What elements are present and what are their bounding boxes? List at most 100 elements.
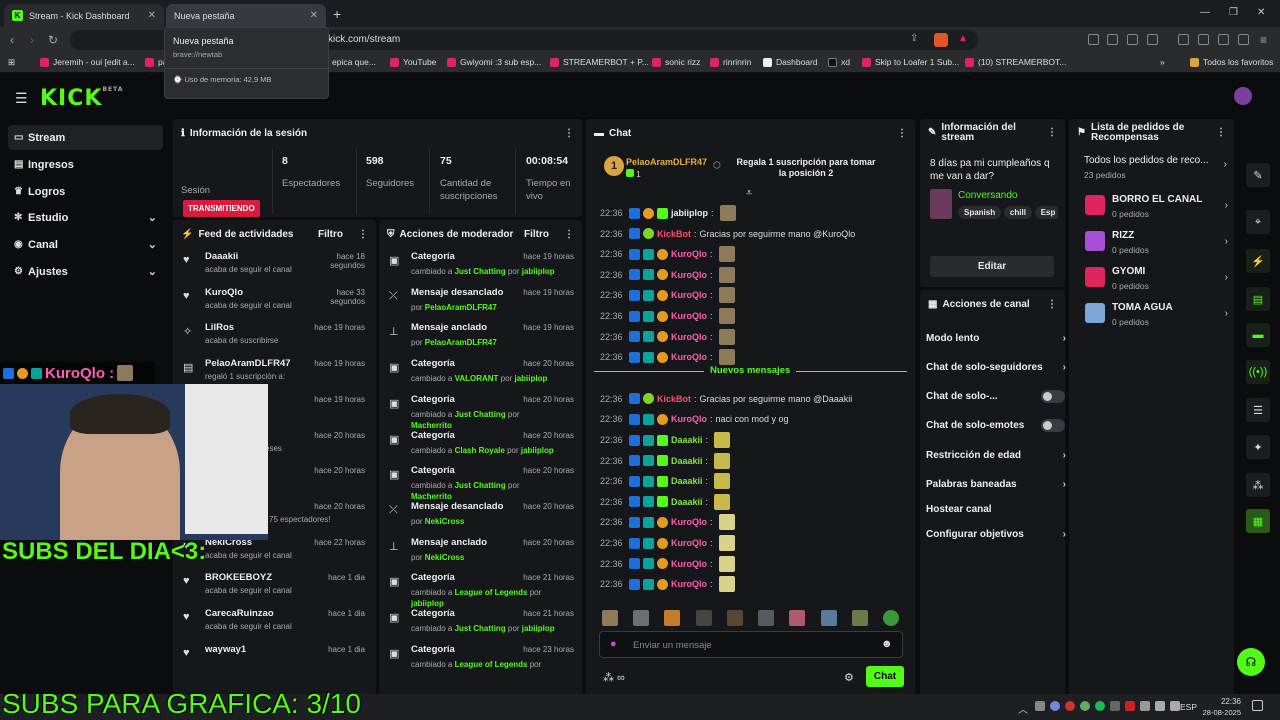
close-icon[interactable]: ✕: [148, 10, 156, 21]
language-indicator[interactable]: ESP: [1180, 702, 1197, 712]
bookmark-item[interactable]: rinrinrin: [710, 57, 751, 67]
reward-item[interactable]: RIZZ 0 pedidos ›: [1085, 227, 1228, 261]
channel-action-item[interactable]: Chat de solo-...: [926, 384, 1066, 409]
channel-action-item[interactable]: Configurar objetivos ›: [926, 522, 1066, 547]
close-icon[interactable]: ✕: [310, 10, 318, 21]
chat-username[interactable]: KuroQlo: [671, 311, 707, 321]
emote-icon[interactable]: [726, 610, 743, 626]
crosshair-icon[interactable]: ⌖: [1246, 210, 1270, 234]
rewards-icon[interactable]: ▲: [958, 33, 968, 44]
filter-button[interactable]: Filtro: [524, 229, 549, 240]
pencil-icon[interactable]: ✎: [1246, 163, 1270, 187]
feed-item-name[interactable]: wayway1: [205, 644, 246, 655]
message-icon[interactable]: ▬: [1246, 323, 1270, 347]
reward-item[interactable]: TOMA AGUA 0 pedidos ›: [1085, 299, 1228, 333]
broadcast-icon[interactable]: ((•)): [1246, 360, 1270, 384]
document-icon[interactable]: ▤: [1246, 287, 1270, 311]
bookmark-item[interactable]: sonic rizz: [652, 57, 700, 67]
emote-icon[interactable]: [758, 610, 775, 626]
channel-action-item[interactable]: Restricción de edad ›: [926, 443, 1066, 468]
chat-username[interactable]: KuroQlo: [671, 579, 707, 589]
emote-icon[interactable]: [601, 610, 618, 626]
chat-username[interactable]: KickBot: [657, 394, 691, 404]
extension-icon[interactable]: [1198, 34, 1209, 45]
chevron-up-icon[interactable]: ︿: [1018, 701, 1028, 716]
collapse-icon[interactable]: ⩡: [746, 187, 752, 200]
maximize-icon[interactable]: ❐: [1229, 7, 1238, 18]
more-icon[interactable]: ⋮: [1047, 299, 1057, 310]
chevron-right-icon[interactable]: »: [1160, 57, 1165, 67]
sidebar-item-stream[interactable]: ▭ Stream: [8, 125, 163, 150]
emote-icon[interactable]: [695, 610, 712, 626]
reload-icon[interactable]: ↻: [48, 33, 58, 47]
send-chat-button[interactable]: Chat: [866, 666, 904, 687]
channel-action-item[interactable]: Modo lento ›: [926, 326, 1066, 351]
apps-icon[interactable]: ⊞: [8, 57, 15, 68]
sidebar-icon[interactable]: [1178, 34, 1189, 45]
clock-date[interactable]: 28-08-2025: [1196, 708, 1241, 717]
bookmark-item[interactable]: STREAMERBOT + P...: [550, 57, 649, 67]
more-icon[interactable]: ⋮: [564, 128, 574, 139]
points-icon[interactable]: ⁂ ∞: [603, 671, 625, 684]
tab-stream-dashboard[interactable]: K Stream - Kick Dashboard ✕: [4, 4, 164, 27]
menu-icon[interactable]: ≡: [1260, 33, 1267, 47]
avatar[interactable]: [1234, 87, 1252, 105]
feed-item-name[interactable]: KuroQlo: [205, 287, 243, 298]
forward-icon[interactable]: ›: [30, 33, 34, 47]
extension-icon[interactable]: [1147, 34, 1158, 45]
chat-username[interactable]: Daaakii: [671, 476, 703, 486]
channel-action-item[interactable]: Chat de solo-seguidores ›: [926, 355, 1066, 380]
emoji-icon[interactable]: ☻: [881, 638, 893, 650]
toggle-switch[interactable]: [1041, 419, 1065, 432]
chat-username[interactable]: Daaakii: [671, 497, 703, 507]
chat-username[interactable]: KuroQlo: [671, 538, 707, 548]
sidebar-item-canal[interactable]: ◉ Canal ⌄: [8, 232, 163, 257]
bookmark-item[interactable]: xd: [828, 57, 850, 67]
channel-action-item[interactable]: Hostear canal: [926, 497, 1066, 522]
emote-icon[interactable]: [664, 610, 681, 626]
reward-item[interactable]: BORRO EL CANAL 0 pedidos ›: [1085, 191, 1228, 225]
feed-item-name[interactable]: Daaakii: [205, 251, 238, 262]
emote-icon[interactable]: [852, 610, 869, 626]
more-icon[interactable]: ⋮: [358, 229, 368, 240]
chat-username[interactable]: KuroQlo: [671, 517, 707, 527]
more-icon[interactable]: ⋮: [1047, 128, 1057, 138]
bookmark-item[interactable]: (10) STREAMERBOT...: [965, 57, 1066, 67]
chat-username[interactable]: jabiiplop: [671, 208, 708, 218]
more-icon[interactable]: ⋮: [1216, 128, 1226, 138]
window-close-icon[interactable]: ✕: [1257, 7, 1265, 18]
chat-username[interactable]: Daaakii: [671, 435, 703, 445]
feed-item-name[interactable]: PelaoAramDLFR47: [205, 358, 291, 369]
emote-icon[interactable]: [820, 610, 837, 626]
sidebar-item-ingresos[interactable]: ▤ Ingresos: [8, 152, 163, 177]
extension-icon[interactable]: [1218, 34, 1229, 45]
extension-icon[interactable]: [1107, 34, 1118, 45]
stream-category[interactable]: Conversando: [958, 190, 1017, 201]
chat-username[interactable]: KuroQlo: [671, 559, 707, 569]
all-rewards-row[interactable]: Todos los pedidos de reco... 23 pedidos …: [1084, 155, 1227, 183]
sidebar-item-estudio[interactable]: ✻ Estudio ⌄: [8, 205, 163, 230]
extension-icon[interactable]: [1127, 34, 1138, 45]
tab-new-tab[interactable]: Nueva pestaña ✕: [166, 4, 326, 27]
minimize-icon[interactable]: —: [1200, 7, 1210, 18]
emote-icon[interactable]: [632, 610, 649, 626]
bookmark-item[interactable]: epica que...: [332, 57, 376, 67]
toggle-switch[interactable]: [1041, 390, 1065, 403]
kick-logo[interactable]: KICKBETA: [40, 86, 123, 111]
chat-username[interactable]: KickBot: [657, 229, 691, 239]
connections-icon[interactable]: ⁂: [1246, 473, 1270, 497]
vpn-icon[interactable]: [1238, 34, 1249, 45]
channel-action-item[interactable]: Palabras baneadas ›: [926, 472, 1066, 497]
sidebar-item-ajustes[interactable]: ⚙ Ajustes ⌄: [8, 259, 163, 284]
brave-shield-icon[interactable]: [934, 33, 948, 47]
gift-sub-prompt[interactable]: Regala 1 suscripción para tomar la posic…: [736, 157, 876, 179]
extension-icon[interactable]: [1088, 34, 1099, 45]
help-icon[interactable]: ☊: [1237, 648, 1265, 676]
clip-icon[interactable]: ▦: [1246, 509, 1270, 533]
emote-icon[interactable]: [883, 610, 900, 626]
filter-button[interactable]: Filtro: [318, 229, 343, 240]
chat-username[interactable]: KuroQlo: [671, 290, 707, 300]
new-tab-icon[interactable]: +: [333, 6, 341, 22]
back-icon[interactable]: ‹: [10, 33, 14, 47]
edit-button[interactable]: Editar: [930, 256, 1054, 277]
